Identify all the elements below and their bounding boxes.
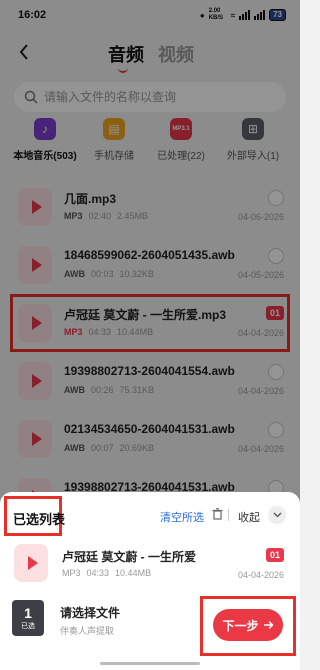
- next-step-button[interactable]: 下一步: [213, 609, 283, 641]
- footer-subtitle: 伴奏人声提取: [60, 626, 115, 636]
- file-size: 10.44MB: [115, 568, 152, 578]
- home-indicator: [100, 662, 200, 665]
- file-name: 卢冠廷 莫文蔚 - 一生所爱: [62, 550, 196, 564]
- selected-count-box: 1 已选: [12, 600, 44, 636]
- selection-order-badge[interactable]: 01: [266, 548, 284, 562]
- selected-list-sheet: 已选列表 清空所选 收起 卢冠廷 莫文蔚 - 一生所爱 MP3 04:33 10.4…: [0, 492, 300, 670]
- sheet-footer: 1 已选 请选择文件 伴奏人声提取 下一步: [0, 594, 300, 656]
- selected-file-item[interactable]: 卢冠廷 莫文蔚 - 一生所爱 MP3 04:33 10.44MB 01 04-04-…: [0, 538, 300, 588]
- file-duration: 04:33: [86, 568, 110, 578]
- file-type: MP3: [62, 568, 81, 578]
- footer-title: 请选择文件: [60, 606, 121, 620]
- highlight-frame: 下一步: [200, 596, 296, 656]
- file-meta: MP3 04:33 10.44MB: [62, 568, 151, 578]
- play-icon: [27, 556, 38, 570]
- chevron-down-icon[interactable]: [268, 506, 286, 524]
- sheet-title: 已选列表: [13, 512, 66, 527]
- collapse-button[interactable]: 收起: [238, 509, 260, 525]
- file-date: 04-04-2026: [237, 570, 284, 580]
- arrow-right-icon: [263, 620, 274, 630]
- trash-icon[interactable]: [212, 508, 223, 523]
- divider: [228, 509, 229, 521]
- selected-count: 1: [24, 605, 32, 621]
- audio-file-icon: [14, 544, 48, 582]
- next-step-label: 下一步: [222, 618, 259, 633]
- clear-selection-button[interactable]: 清空所选: [160, 509, 204, 525]
- selected-count-label: 已选: [21, 623, 35, 630]
